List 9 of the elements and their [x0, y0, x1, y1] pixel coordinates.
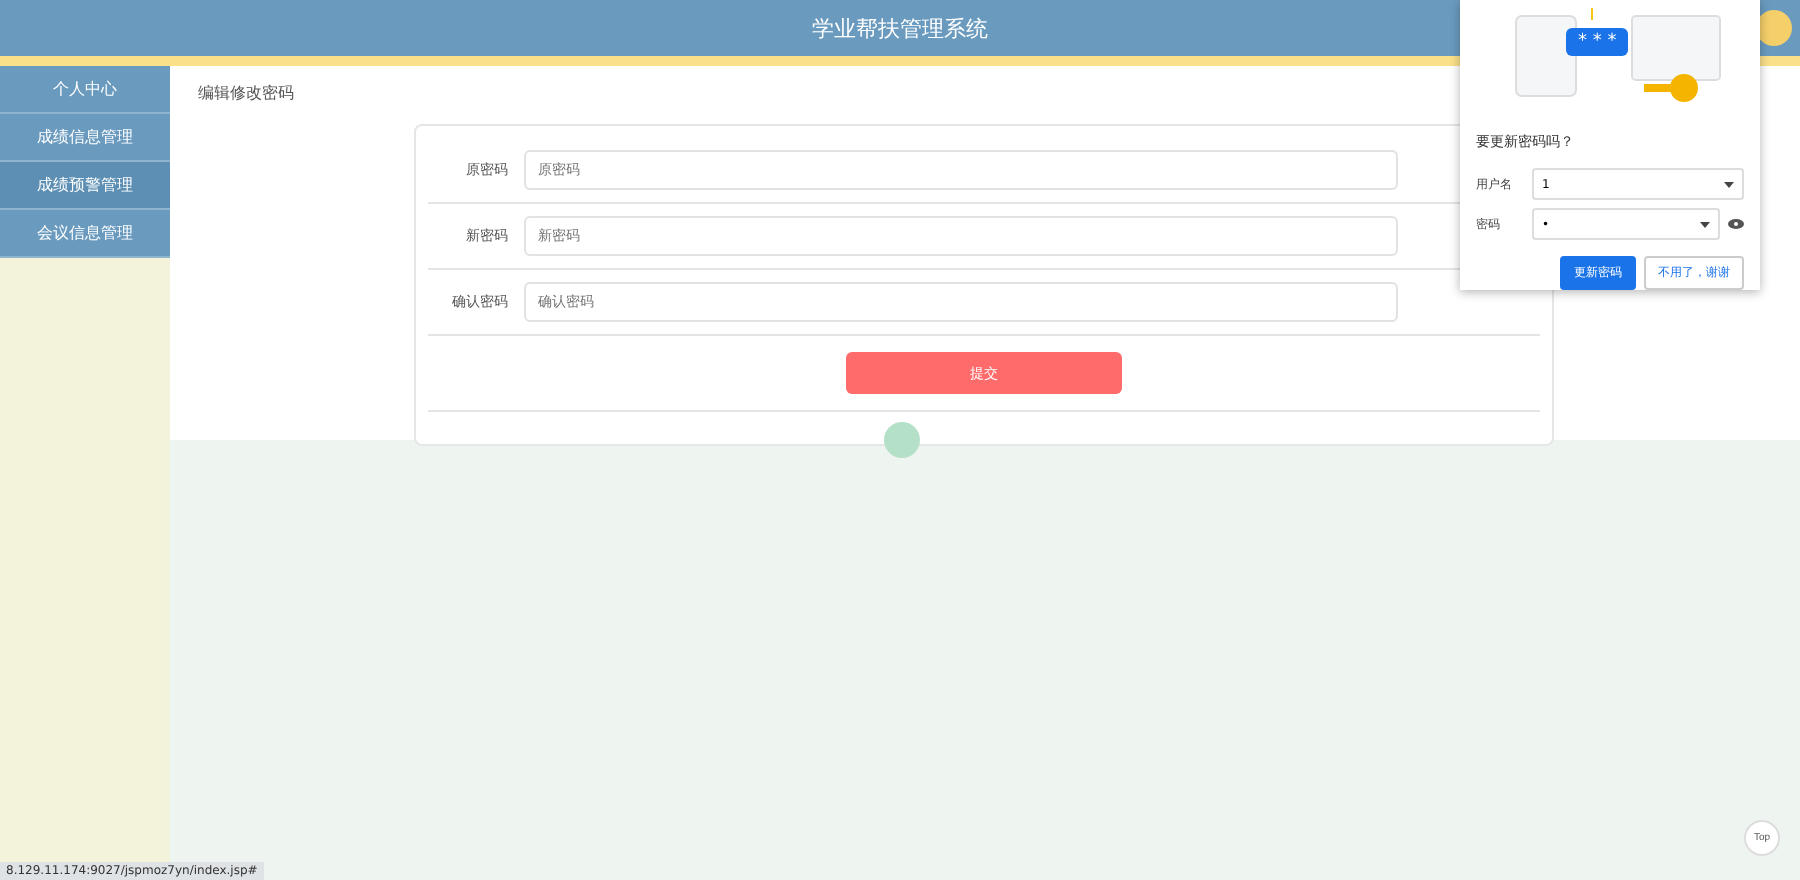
password-badge: * * *: [1566, 28, 1629, 56]
circle-marker: [884, 422, 920, 458]
app-title: 学业帮扶管理系统: [812, 13, 988, 43]
eye-icon[interactable]: [1728, 218, 1744, 230]
caret-icon: [1700, 221, 1710, 227]
sidebar-item[interactable]: 成绩预警管理: [0, 162, 170, 210]
caret-icon: [1724, 181, 1734, 187]
key-icon: [1640, 72, 1700, 104]
page-title: 编辑修改密码: [198, 82, 294, 104]
